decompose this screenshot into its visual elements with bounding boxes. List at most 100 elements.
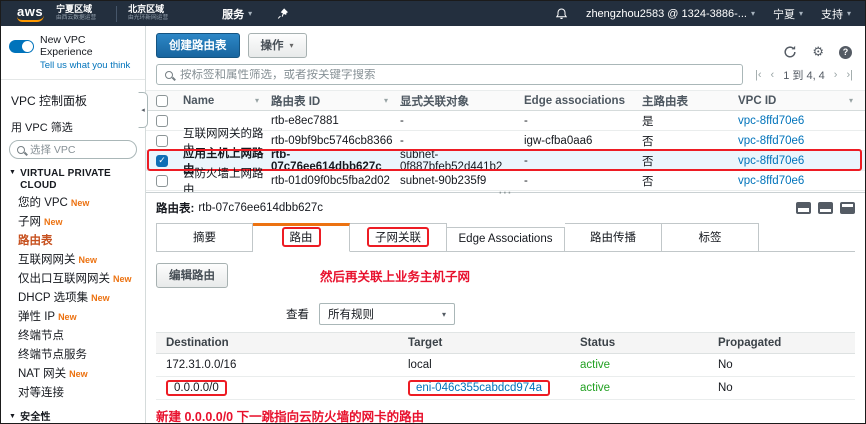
cell-main: 是: [642, 113, 738, 129]
table-search-input[interactable]: [180, 69, 734, 81]
help-icon[interactable]: ?: [839, 46, 852, 59]
new-badge: New: [71, 198, 90, 208]
table-header-row: Name▾ 路由表 ID▾ 显式关联对象 Edge associations 主…: [146, 90, 865, 111]
account-menu[interactable]: zhengzhou2583 @ 1324-3886-... ▾: [586, 8, 755, 20]
edit-routes-button[interactable]: 编辑路由: [156, 263, 228, 288]
chevron-down-icon: ▾: [290, 41, 294, 50]
column-header-status: Status: [580, 337, 718, 349]
panel-resize-handle[interactable]: ⋯: [498, 184, 513, 201]
last-page-icon[interactable]: ›|: [846, 69, 853, 81]
tab-subnet-associations[interactable]: 子网关联: [350, 223, 447, 252]
support-menu[interactable]: 支持 ▾: [821, 6, 851, 22]
row-checkbox[interactable]: [156, 135, 168, 147]
vpc-id-link[interactable]: vpc-8ffd70e6: [738, 115, 804, 127]
sidebar-section-security[interactable]: ▼ 安全性: [1, 403, 145, 423]
tab-edge-associations[interactable]: Edge Associations: [447, 227, 565, 252]
section-title: VIRTUAL PRIVATE CLOUD: [20, 168, 137, 191]
prev-page-icon[interactable]: ‹: [771, 69, 775, 81]
vpc-id-link[interactable]: vpc-8ffd70e6: [738, 155, 804, 167]
actions-label: 操作: [261, 37, 284, 53]
tab-routes[interactable]: 路由: [253, 223, 350, 252]
bell-icon[interactable]: [555, 7, 568, 21]
annotation-highlight-box: 0.0.0.0/0: [166, 380, 227, 396]
aws-logo[interactable]: aws: [15, 4, 45, 23]
sidebar-item-vpc-dashboard[interactable]: VPC 控制面板: [1, 88, 145, 115]
column-header-route-table-id[interactable]: 路由表 ID▾: [271, 93, 400, 109]
sidebar-item-route-tables[interactable]: 路由表: [1, 232, 145, 251]
cell-edge-assoc: -: [524, 175, 642, 187]
row-checkbox[interactable]: [156, 175, 168, 187]
column-header-main[interactable]: 主路由表: [642, 93, 738, 109]
vpc-search-input[interactable]: [30, 144, 110, 156]
pagination-label: 1 到 4, 4: [783, 67, 825, 83]
account-label: zhengzhou2583 @ 1324-3886-...: [586, 8, 747, 20]
collapse-left-icon: ◂: [141, 106, 145, 114]
create-route-table-button[interactable]: 创建路由表: [156, 33, 240, 58]
region-name: 宁夏区域: [56, 5, 105, 15]
column-header-explicit-assoc[interactable]: 显式关联对象: [400, 93, 524, 109]
row-checkbox[interactable]: [156, 115, 168, 127]
column-header-vpc-id[interactable]: VPC ID▾: [738, 95, 865, 107]
column-header-name[interactable]: Name▾: [183, 95, 271, 107]
split-view-bottom-icon[interactable]: [818, 202, 833, 214]
routes-table: Destination Target Status Propagated 172…: [156, 332, 855, 400]
sidebar-item-dhcp-option-sets[interactable]: DHCP 选项集New: [1, 289, 145, 308]
tab-summary[interactable]: 摘要: [156, 223, 253, 252]
services-menu[interactable]: 服务 ▾: [222, 6, 252, 22]
divider: [116, 6, 117, 22]
sidebar-item-your-vpcs[interactable]: 您的 VPCNew: [1, 194, 145, 213]
sidebar-item-endpoint-services[interactable]: 终端节点服务: [1, 346, 145, 365]
rules-filter-select[interactable]: 所有规则 ▾: [319, 303, 455, 325]
first-page-icon[interactable]: |‹: [755, 69, 762, 81]
region-menu[interactable]: 宁夏 ▾: [773, 6, 803, 22]
pin-icon[interactable]: [277, 7, 289, 20]
sidebar-item-nat-gateways[interactable]: NAT 网关New: [1, 365, 145, 384]
region-ningxia-block[interactable]: 宁夏区域 由西云数据运营: [56, 5, 105, 23]
sidebar-collapse-handle[interactable]: ◂: [138, 92, 148, 128]
split-view-half-icon[interactable]: [796, 202, 811, 214]
cell-destination: 172.31.0.0/16: [166, 359, 408, 371]
cell-explicit-assoc: subnet-0f887bfeb52d441b2: [400, 149, 524, 173]
sidebar-item-subnets[interactable]: 子网New: [1, 213, 145, 232]
actions-dropdown-button[interactable]: 操作 ▾: [248, 33, 307, 58]
sidebar-item-internet-gateways[interactable]: 互联网网关New: [1, 251, 145, 270]
column-header-edge-assoc[interactable]: Edge associations: [524, 95, 642, 107]
tab-tags[interactable]: 标签: [662, 223, 759, 252]
pagination: |‹ ‹ 1 到 4, 4 › ›|: [755, 67, 855, 83]
gear-icon[interactable]: ⚙: [812, 46, 824, 59]
selected-option: 所有规则: [328, 306, 374, 322]
sidebar-item-elastic-ips[interactable]: 弹性 IPNew: [1, 308, 145, 327]
cell-target: local: [408, 359, 580, 371]
select-all-checkbox[interactable]: [156, 95, 168, 107]
topbar-right: zhengzhou2583 @ 1324-3886-... ▾ 宁夏 ▾ 支持 …: [555, 6, 851, 22]
next-page-icon[interactable]: ›: [834, 69, 838, 81]
split-view-top-icon[interactable]: [840, 202, 855, 214]
vpc-filter-search[interactable]: [9, 140, 137, 159]
annotation-highlight-box: 路由: [282, 227, 321, 247]
feedback-link[interactable]: Tell us what you think: [40, 60, 145, 71]
cell-main: 否: [642, 173, 738, 189]
refresh-icon[interactable]: [783, 45, 797, 59]
sidebar-item-peering-connections[interactable]: 对等连接: [1, 384, 145, 403]
tab-route-propagation[interactable]: 路由传播: [565, 223, 662, 252]
cell-explicit-assoc: -: [400, 115, 524, 127]
route-row: 172.31.0.0/16 local active No: [156, 354, 855, 377]
vpc-id-link[interactable]: vpc-8ffd70e6: [738, 135, 804, 147]
table-filter-search[interactable]: [156, 64, 743, 85]
route-tables-table: Name▾ 路由表 ID▾ 显式关联对象 Edge associations 主…: [146, 90, 865, 191]
eni-target-link[interactable]: eni-046c355cabdcd974a: [408, 380, 550, 396]
new-vpc-experience-toggle[interactable]: [9, 40, 34, 53]
sort-caret-icon: ▾: [255, 96, 259, 105]
row-checkbox-checked[interactable]: ✓: [156, 155, 168, 167]
cell-route-table-id: rtb-01d09f0bc5fba2d02: [271, 175, 400, 187]
vpc-id-link[interactable]: vpc-8ffd70e6: [738, 175, 804, 187]
region-beijing-block[interactable]: 北京区域 由光环新网运营: [128, 5, 177, 23]
sidebar-section-vpc[interactable]: ▼ VIRTUAL PRIVATE CLOUD: [1, 159, 145, 194]
sidebar-item-endpoints[interactable]: 终端节点: [1, 327, 145, 346]
cell-route-table-id: rtb-e8ec7881: [271, 115, 400, 127]
sidebar-item-egress-only-igw[interactable]: 仅出口互联网网关New: [1, 270, 145, 289]
annotation-default-route-note: 新建 0.0.0.0/0 下一跳指向云防火墙的网卡的路由: [156, 406, 855, 424]
sort-caret-icon: ▾: [849, 96, 853, 105]
cell-route-table-id: rtb-09bf9bc5746cb8366: [271, 135, 400, 147]
view-label: 查看: [286, 306, 309, 322]
